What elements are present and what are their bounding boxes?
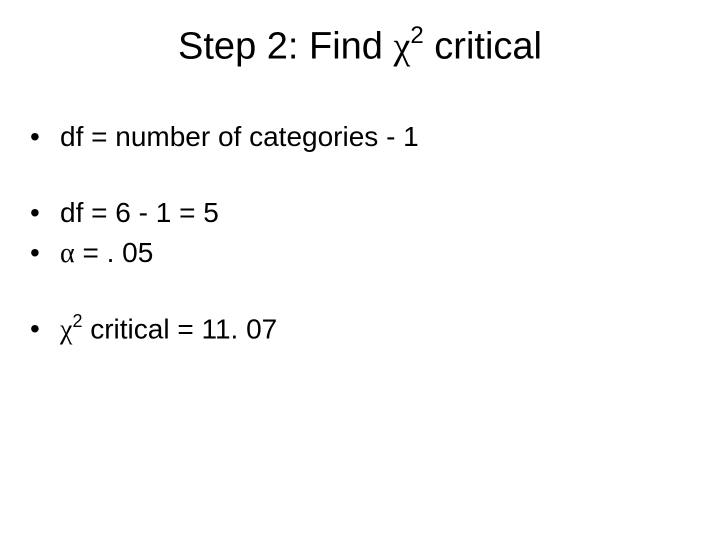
bullet-dot: • xyxy=(30,310,60,349)
bullet-dot: • xyxy=(30,118,60,156)
bullet-3-rest: = . 05 xyxy=(75,237,154,268)
chi-symbol: χ xyxy=(60,315,72,346)
bullet-3: • α = . 05 xyxy=(30,234,690,273)
bullet-dot: • xyxy=(30,234,60,273)
bullet-2-text: df = 6 - 1 = 5 xyxy=(60,194,690,232)
bullet-3-text: α = . 05 xyxy=(60,234,690,273)
content-area: • df = number of categories - 1 • df = 6… xyxy=(30,118,690,352)
bullet-1: • df = number of categories - 1 xyxy=(30,118,690,156)
alpha-symbol: α xyxy=(60,238,75,269)
title-prefix: Step 2: Find xyxy=(178,26,393,68)
chi-symbol: χ xyxy=(394,26,411,68)
bullet-4: • χ2 critical = 11. 07 xyxy=(30,310,690,349)
title-superscript: 2 xyxy=(410,22,423,49)
bullet-dot: • xyxy=(30,194,60,232)
bullet-1-text: df = number of categories - 1 xyxy=(60,118,690,156)
bullet-2: • df = 6 - 1 = 5 xyxy=(30,194,690,232)
bullet-4-rest: critical = 11. 07 xyxy=(82,314,277,345)
bullet-4-text: χ2 critical = 11. 07 xyxy=(60,310,690,349)
title-suffix: critical xyxy=(424,26,542,68)
slide-title: Step 2: Find χ2 critical xyxy=(0,24,720,69)
bullet-4-superscript: 2 xyxy=(72,311,82,331)
